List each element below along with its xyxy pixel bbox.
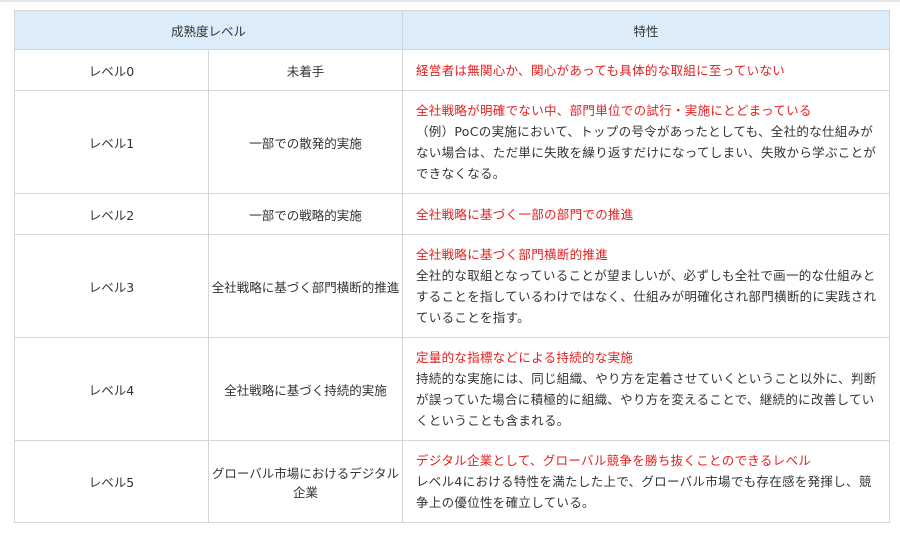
maturity-cell: 全社戦略に基づく部門横断的推進 — [208, 234, 403, 338]
trait-headline: 全社戦略に基づく一部の部門での推進 — [416, 206, 634, 222]
trait-cell: 経営者は無関心か、関心があっても具体的な取組に至っていない — [402, 49, 890, 91]
trait-description: 全社的な取組となっていることが望ましいが、必ずしも全社で画一的な仕組みとすること… — [416, 268, 877, 325]
top-divider — [0, 0, 900, 2]
level-cell: レベル1 — [14, 90, 209, 194]
trait-cell: 全社戦略に基づく一部の部門での推進 — [402, 193, 890, 235]
level-cell: レベル3 — [14, 234, 209, 338]
trait-cell: 定量的な指標などによる持続的な実施 持続的な実施には、同じ組織、やり方を定着させ… — [402, 337, 890, 441]
table-header-row: 成熟度レベル 特性 — [14, 10, 890, 50]
trait-description: レベル4における特性を満たした上で、グローバル市場でも存在感を発揮し、競争上の優… — [416, 474, 872, 510]
trait-cell: デジタル企業として、グローバル競争を勝ち抜くことのできるレベル レベル4における… — [402, 440, 890, 523]
trait-headline: 全社戦略に基づく部門横断的推進 — [416, 247, 609, 262]
level-cell: レベル0 — [14, 49, 209, 91]
header-trait: 特性 — [402, 10, 890, 50]
trait-headline: 全社戦略が明確でない中、部門単位での試行・実施にとどまっている — [416, 103, 812, 118]
trait-headline: 定量的な指標などによる持続的な実施 — [416, 350, 634, 365]
table-row: レベル0 未着手 経営者は無関心か、関心があっても具体的な取組に至っていない — [14, 49, 890, 91]
level-cell: レベル2 — [14, 193, 209, 235]
maturity-table-container: 成熟度レベル 特性 レベル0 未着手 経営者は無関心か、関心があっても具体的な取… — [14, 10, 890, 523]
maturity-cell: 未着手 — [208, 49, 403, 91]
level-cell: レベル4 — [14, 337, 209, 441]
trait-description: （例）PoCの実施において、トップの号令があったとしても、全社的な仕組みがない場… — [416, 124, 877, 181]
header-maturity: 成熟度レベル — [14, 10, 403, 50]
trait-headline: デジタル企業として、グローバル競争を勝ち抜くことのできるレベル — [416, 453, 812, 468]
trait-headline: 経営者は無関心か、関心があっても具体的な取組に至っていない — [416, 62, 786, 78]
maturity-cell: 一部での散発的実施 — [208, 90, 403, 194]
maturity-cell: 一部での戦略的実施 — [208, 193, 403, 235]
table-row: レベル4 全社戦略に基づく持続的実施 定量的な指標などによる持続的な実施 持続的… — [14, 337, 890, 441]
table-row: レベル5 グローバル市場におけるデジタル企業 デジタル企業として、グローバル競争… — [14, 440, 890, 523]
table-row: レベル3 全社戦略に基づく部門横断的推進 全社戦略に基づく部門横断的推進 全社的… — [14, 234, 890, 338]
maturity-cell: グローバル市場におけるデジタル企業 — [208, 440, 403, 523]
maturity-table: 成熟度レベル 特性 レベル0 未着手 経営者は無関心か、関心があっても具体的な取… — [14, 10, 890, 523]
trait-cell: 全社戦略が明確でない中、部門単位での試行・実施にとどまっている （例）PoCの実… — [402, 90, 890, 194]
level-cell: レベル5 — [14, 440, 209, 523]
trait-cell: 全社戦略に基づく部門横断的推進 全社的な取組となっていることが望ましいが、必ずし… — [402, 234, 890, 338]
table-row: レベル1 一部での散発的実施 全社戦略が明確でない中、部門単位での試行・実施にと… — [14, 90, 890, 194]
table-row: レベル2 一部での戦略的実施 全社戦略に基づく一部の部門での推進 — [14, 193, 890, 235]
trait-description: 持続的な実施には、同じ組織、やり方を定着させていくということ以外に、判断が誤って… — [416, 371, 877, 428]
maturity-cell: 全社戦略に基づく持続的実施 — [208, 337, 403, 441]
